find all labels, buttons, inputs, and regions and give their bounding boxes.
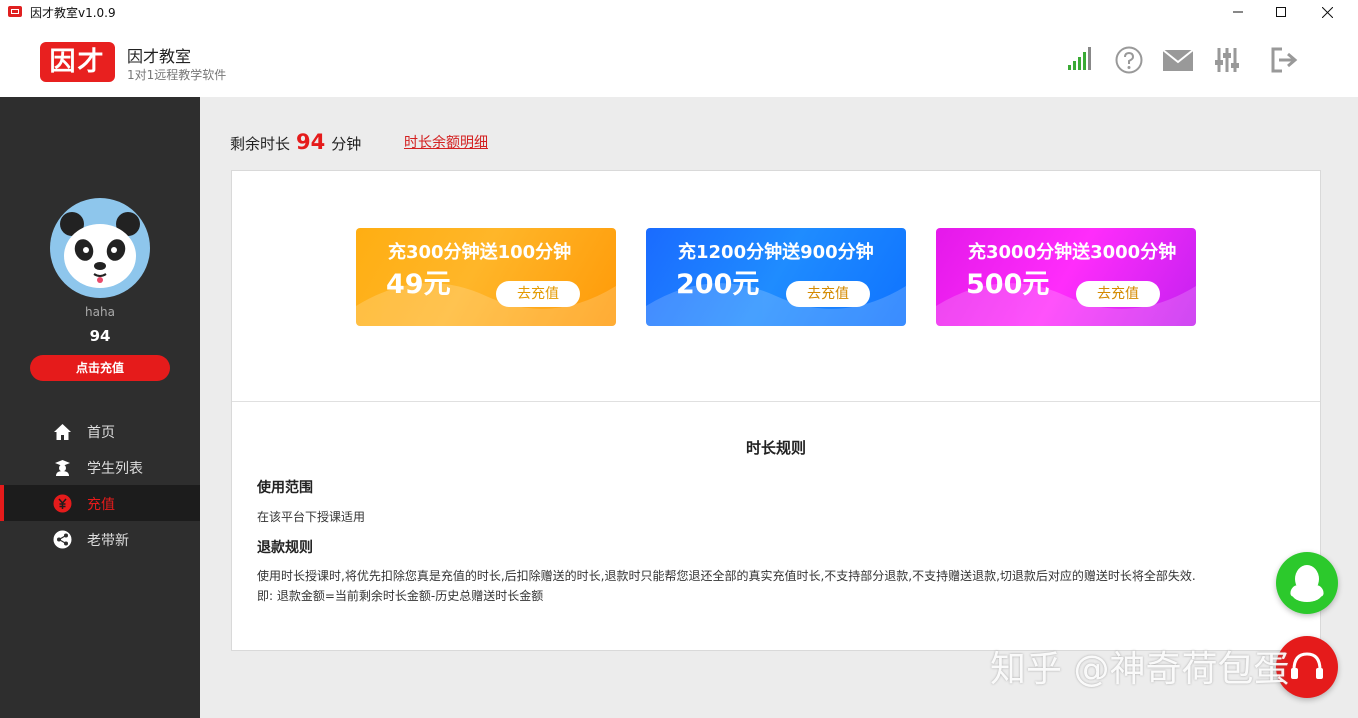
package-price: 200元	[676, 269, 760, 300]
balance-value: 94	[296, 130, 326, 154]
sidebar-item-recharge[interactable]: 充值	[0, 485, 200, 521]
sidebar-item-label: 充值	[87, 497, 115, 513]
brand-logo: 因才	[40, 42, 115, 82]
minimize-icon	[1233, 11, 1243, 13]
close-button[interactable]	[1304, 0, 1350, 24]
title-bar: 因才教室v1.0.9	[0, 0, 1358, 24]
balance-line: 剩余时长 94 分钟	[230, 130, 361, 154]
app-header: 因才 因才教室 1对1远程教学软件	[0, 24, 1358, 97]
close-icon	[1321, 6, 1333, 18]
app-icon	[8, 6, 22, 17]
package-card[interactable]: 充3000分钟送3000分钟 500元 去充值	[936, 228, 1196, 326]
package-recharge-button[interactable]: 去充值	[1076, 281, 1160, 307]
scope-text: 在该平台下授课适用	[257, 510, 366, 524]
package-recharge-button[interactable]: 去充值	[496, 281, 580, 307]
brand-subtitle: 1对1远程教学软件	[127, 68, 227, 82]
recharge-panel: 充300分钟送100分钟 49元 去充值 充1200分钟送900分钟 200元 …	[231, 170, 1321, 651]
sidebar-item-referral[interactable]: 老带新	[0, 521, 200, 557]
rules-title: 时长规则	[745, 439, 806, 457]
package-title: 充3000分钟送3000分钟	[968, 242, 1177, 263]
qq-penguin-icon	[1290, 565, 1324, 602]
package-card[interactable]: 充300分钟送100分钟 49元 去充值	[356, 228, 616, 326]
sidebar-item-students[interactable]: 学生列表	[0, 449, 200, 485]
package-card[interactable]: 充1200分钟送900分钟 200元 去充值	[646, 228, 906, 326]
sidebar-item-home[interactable]: 首页	[0, 413, 200, 449]
panel-divider	[232, 401, 1320, 402]
package-price: 49元	[386, 269, 451, 300]
qq-chat-button[interactable]	[1276, 552, 1338, 614]
window-title: 因才教室v1.0.9	[30, 6, 116, 20]
remaining-minutes: 94	[89, 327, 111, 345]
scope-heading: 使用范围	[257, 480, 313, 496]
watermark: 知乎 @神奇荷包蛋	[990, 649, 1290, 690]
settings-icon[interactable]	[1213, 46, 1241, 74]
student-icon	[53, 458, 72, 477]
maximize-icon	[1276, 7, 1286, 17]
package-price: 500元	[966, 269, 1050, 300]
brand-name: 因才教室	[127, 47, 192, 66]
logout-icon[interactable]	[1270, 46, 1298, 74]
minimize-button[interactable]	[1215, 0, 1261, 24]
balance-unit: 分钟	[331, 135, 362, 153]
username: haha	[85, 305, 115, 319]
home-icon	[53, 422, 72, 441]
refund-text: 使用时长授课时,将优先扣除您真是充值的时长,后扣除赠送的时长,退款时只能帮您退还…	[257, 569, 1196, 583]
avatar[interactable]	[50, 198, 150, 298]
balance-detail-link[interactable]: 时长余额明细	[404, 132, 488, 152]
maximize-button[interactable]	[1258, 0, 1304, 24]
sidebar-item-label: 首页	[87, 425, 115, 441]
panda-avatar-icon	[60, 212, 140, 288]
refund-formula: 即: 退款金额=当前剩余时长金额-历史总赠送时长金额	[257, 589, 544, 603]
signal-icon[interactable]	[1066, 46, 1096, 72]
sidebar-item-label: 老带新	[87, 533, 129, 549]
help-icon[interactable]	[1114, 46, 1144, 76]
yuan-icon	[53, 494, 72, 513]
main-content: 剩余时长 94 分钟 时长余额明细 充300分钟送100分钟 49元 去充值 充12…	[200, 97, 1358, 718]
sidebar-item-label: 学生列表	[87, 461, 143, 477]
sidebar: haha 94 点击充值 首页 学生列表 充值 老带新	[0, 97, 200, 718]
mail-icon[interactable]	[1162, 49, 1194, 73]
package-recharge-button[interactable]: 去充值	[786, 281, 870, 307]
share-icon	[53, 530, 72, 549]
topup-button[interactable]: 点击充值	[30, 355, 170, 381]
package-title: 充1200分钟送900分钟	[678, 242, 874, 263]
balance-label: 剩余时长	[230, 135, 291, 153]
package-title: 充300分钟送100分钟	[388, 242, 572, 263]
refund-heading: 退款规则	[257, 540, 313, 556]
